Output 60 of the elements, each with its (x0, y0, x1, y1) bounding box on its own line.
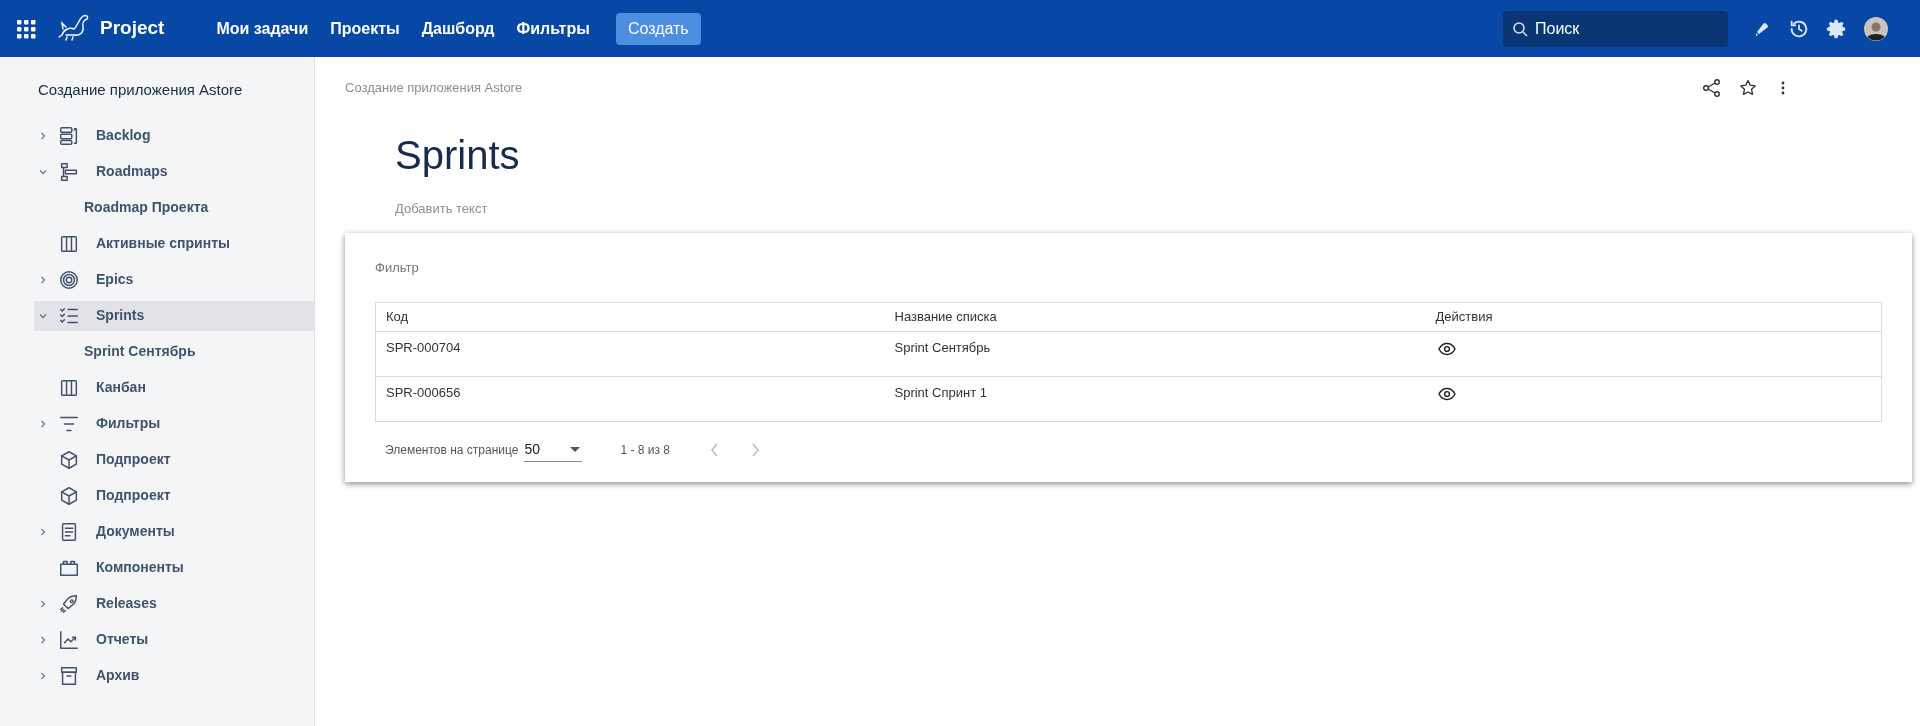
table-cell: Sprint Сентябрь (884, 331, 1426, 377)
sidebar-item[interactable]: Sprints (34, 300, 314, 331)
page-size-label: Элементов на странице (385, 442, 519, 459)
settings-icon[interactable] (1826, 17, 1848, 40)
sidebar-item[interactable]: Фильтры (34, 408, 314, 439)
search-field[interactable]: Поиск (1503, 10, 1728, 47)
cube-icon (58, 448, 80, 471)
page-size-select[interactable]: 50 (524, 438, 583, 462)
roadmap-icon (58, 160, 80, 183)
sidebar-item[interactable]: Активные спринты (34, 228, 314, 259)
nav-link[interactable]: Дашборд (421, 16, 495, 41)
share-icon[interactable] (1702, 78, 1722, 98)
sidebar-item[interactable]: Канбан (34, 372, 314, 403)
sidebar-subitem[interactable]: Roadmap Проекта (34, 192, 314, 223)
sidebar-item[interactable]: Releases (34, 588, 314, 619)
nav-link[interactable]: Мои задачи (216, 16, 309, 41)
sidebar-item[interactable]: Компоненты (34, 552, 314, 583)
app-grid-icon[interactable] (16, 18, 36, 39)
view-icon[interactable] (1437, 342, 1456, 356)
chart-icon (58, 628, 80, 651)
view-icon[interactable] (1437, 387, 1456, 401)
chevron-right-icon[interactable] (38, 598, 48, 609)
sidebar-item[interactable]: Подпроект (34, 480, 314, 511)
search-icon (1512, 20, 1528, 37)
column-header: Название списка (884, 302, 1426, 332)
sidebar-subitem[interactable]: Sprint Сентябрь (34, 336, 314, 367)
cube-icon (58, 484, 80, 507)
chevron-right-icon[interactable] (38, 526, 48, 537)
column-header: Действия (1425, 302, 1882, 332)
nav-link[interactable]: Фильтры (516, 16, 590, 41)
filter-label[interactable]: Фильтр (375, 257, 419, 277)
stack-icon (58, 124, 80, 147)
dropdown-caret-icon (570, 446, 581, 453)
sidebar-item[interactable]: Архив (34, 660, 314, 691)
chevron-right-icon[interactable] (38, 274, 48, 285)
page-title: Sprints (395, 132, 521, 179)
column-header: Код (375, 302, 885, 332)
chevron-right-icon[interactable] (38, 670, 48, 681)
table-cell: SPR-000656 (375, 376, 885, 422)
more-icon[interactable] (1780, 80, 1786, 96)
sidebar-item[interactable]: Документы (34, 516, 314, 547)
table-cell: SPR-000704 (375, 331, 885, 377)
rocket-icon (58, 592, 80, 615)
star-icon[interactable] (1738, 78, 1758, 98)
archive-icon (58, 664, 80, 687)
sidebar-item[interactable]: Подпроект (34, 444, 314, 475)
chevron-right-icon[interactable] (38, 130, 48, 141)
nav-link[interactable]: Проекты (330, 16, 400, 41)
avatar-icon[interactable] (1864, 16, 1888, 41)
project-title: Создание приложения Astore (38, 80, 244, 100)
sidebar-item[interactable]: Отчеты (34, 624, 314, 655)
brand-name[interactable]: Project (100, 14, 165, 43)
sidebar-item[interactable]: Epics (34, 264, 314, 295)
target-icon (58, 268, 80, 291)
chevron-right-icon[interactable] (38, 634, 48, 645)
page-range: 1 - 8 из 8 (620, 442, 670, 459)
chevron-right-icon[interactable] (38, 418, 48, 429)
sidebar-item[interactable]: Roadmaps (34, 156, 314, 187)
sidebar-item[interactable]: Backlog (34, 120, 314, 151)
table-cell: Sprint Спринт 1 (884, 376, 1426, 422)
